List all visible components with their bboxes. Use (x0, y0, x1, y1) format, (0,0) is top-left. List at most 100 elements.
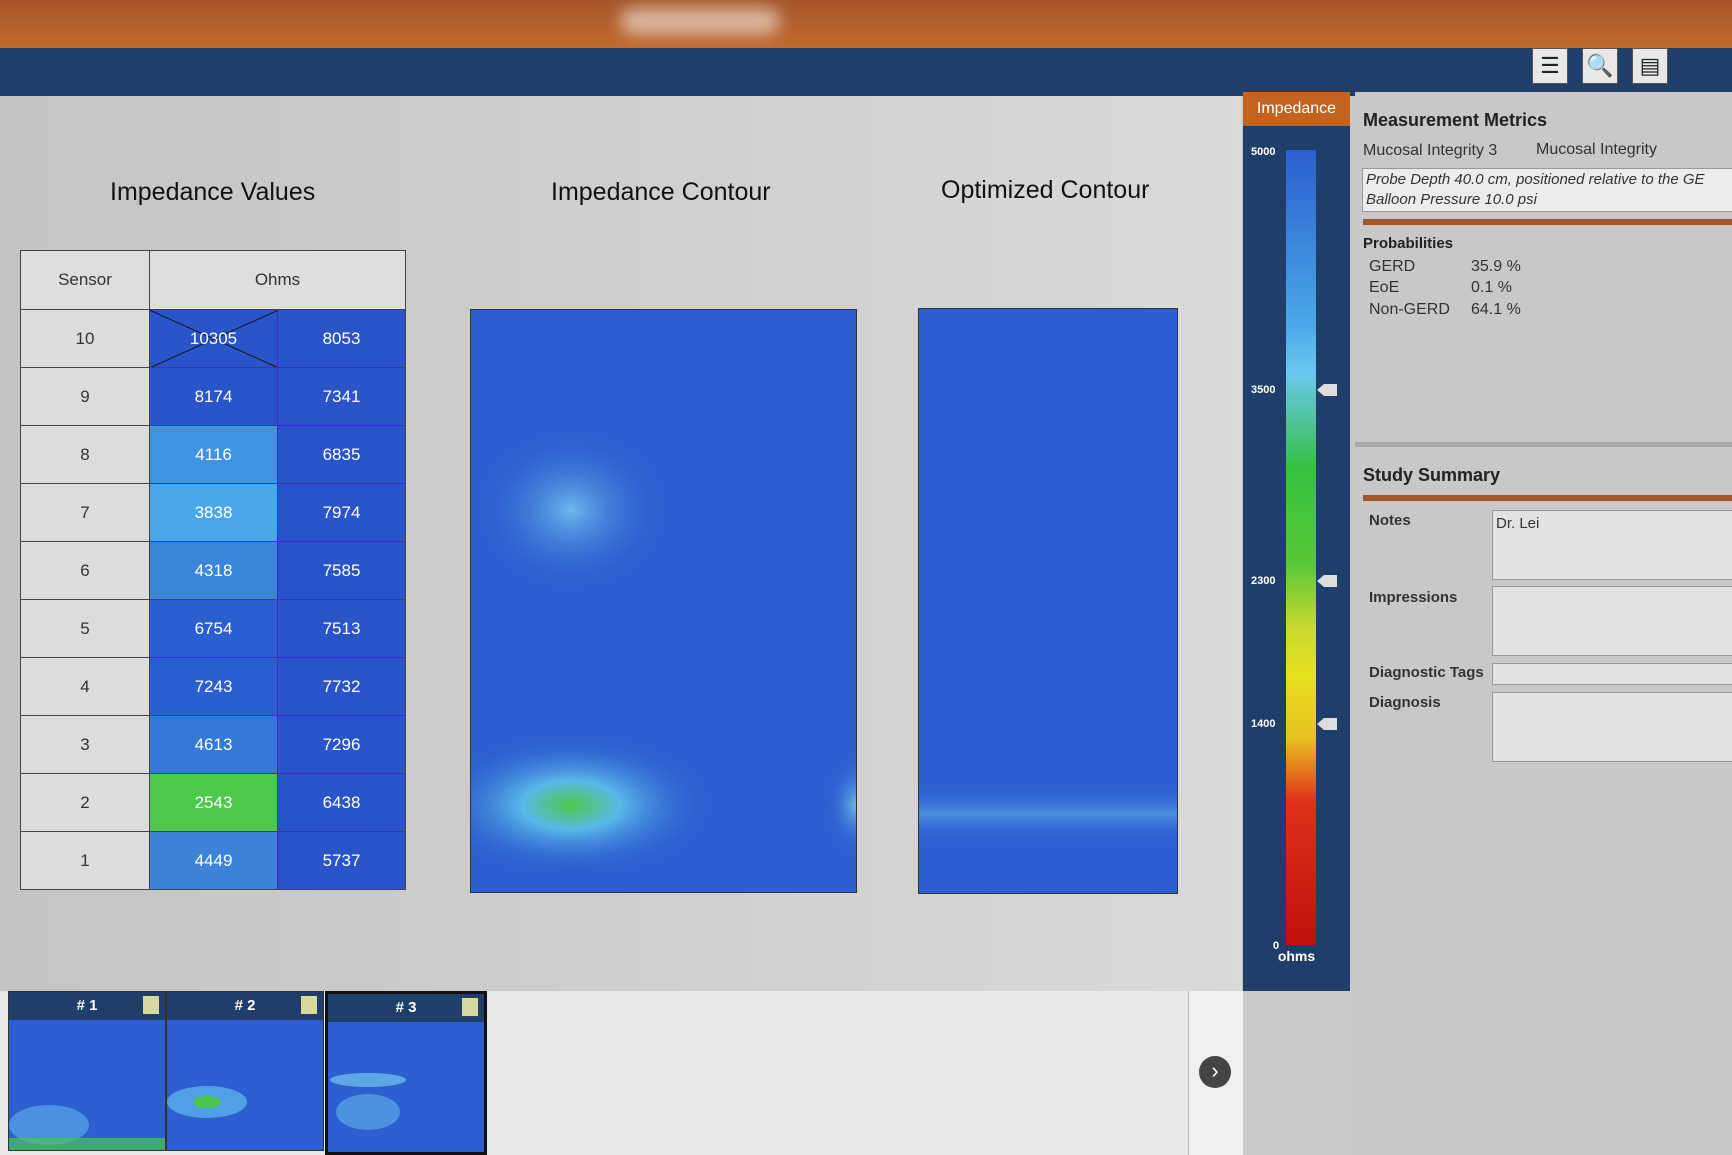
ohms-cell-a: 7243 (149, 657, 278, 716)
ohms-cell-b: 7585 (277, 541, 406, 600)
list-icon[interactable]: ☰ (1532, 48, 1568, 84)
prob-name-nongerd: Non-GERD (1369, 301, 1450, 318)
table-row: 5 6754 7513 (20, 599, 406, 658)
ohms-cell-b: 7296 (277, 715, 406, 774)
scale-tick-5000: 5000 (1251, 146, 1276, 158)
probe-info-box: Probe Depth 40.0 cm, positioned relative… (1362, 168, 1732, 212)
ohms-header: Ohms (149, 250, 406, 310)
ohms-cell-b: 6438 (277, 773, 406, 832)
table-row: 1 4449 5737 (20, 831, 406, 890)
metrics-rule (1363, 219, 1732, 225)
document-icon[interactable]: ▤ (1632, 48, 1668, 84)
ohms-cell-a: 10305 (149, 309, 278, 368)
scale-tick-3500: 3500 (1251, 384, 1276, 396)
summary-title: Study Summary (1363, 465, 1501, 485)
sensor-cell: 2 (20, 773, 150, 832)
ohms-cell-a: 6754 (149, 599, 278, 658)
threshold-marker-3500[interactable] (1317, 384, 1337, 396)
toolbar: ☰ 🔍 ▤ (0, 48, 1732, 96)
diagnosis-field[interactable] (1492, 692, 1732, 762)
diagnostic-tags-field[interactable] (1492, 663, 1732, 685)
diagnosis-label: Diagnosis (1369, 694, 1441, 711)
magnifier-icon[interactable]: 🔍 (1582, 48, 1618, 84)
threshold-marker-1400[interactable] (1317, 718, 1337, 730)
section-divider (1355, 442, 1732, 447)
scale-tick-1400: 1400 (1251, 718, 1276, 730)
table-row: 2 2543 6438 (20, 773, 406, 832)
prob-value-nongerd: 64.1 % (1471, 301, 1521, 318)
ohms-cell-b: 7732 (277, 657, 406, 716)
threshold-marker-2300[interactable] (1317, 575, 1337, 587)
notes-value: Dr. Lei (1496, 515, 1540, 532)
thumbnail-3-image (330, 1073, 406, 1130)
note-icon[interactable] (301, 996, 317, 1014)
optimized-contour-panel (918, 308, 1178, 894)
impedance-contour-heading: Impedance Contour (551, 178, 771, 206)
ohms-cell-a: 8174 (149, 367, 278, 426)
sensor-cell: 10 (20, 309, 150, 368)
table-row: 7 3838 7974 (20, 483, 406, 542)
thumbnail-1[interactable]: # 1 (8, 991, 166, 1151)
note-icon[interactable] (462, 998, 478, 1016)
sensor-cell: 8 (20, 425, 150, 484)
sensor-cell: 1 (20, 831, 150, 890)
table-row: 3 4613 7296 (20, 715, 406, 774)
ohms-cell-b: 7341 (277, 367, 406, 426)
scale-tick-2300: 2300 (1251, 575, 1276, 587)
table-row: 4 7243 7732 (20, 657, 406, 716)
impedance-scale: Impedance 5000 3500 2300 1400 0 ohms (1243, 92, 1350, 991)
right-panel: Measurement Metrics Mucosal Integrity 3 … (1355, 92, 1732, 1155)
prob-value-eoe: 0.1 % (1471, 279, 1512, 296)
sensor-cell: 7 (20, 483, 150, 542)
thumbnail-1-label: # 1 (9, 992, 165, 1020)
sensor-cell: 9 (20, 367, 150, 426)
thumbnail-3-label: # 3 (328, 994, 484, 1022)
note-icon[interactable] (143, 996, 159, 1014)
sensor-header: Sensor (20, 250, 150, 310)
prob-name-eoe: EoE (1369, 279, 1400, 296)
ohms-cell-a: 4318 (149, 541, 278, 600)
title-blur (620, 8, 780, 34)
table-row: 10 10305 8053 (20, 309, 406, 368)
title-bar (0, 0, 1732, 48)
ohms-cell-b: 7974 (277, 483, 406, 542)
impedance-values-heading: Impedance Values (110, 178, 316, 206)
table-row: 8 4116 6835 (20, 425, 406, 484)
ohms-cell-a: 4613 (149, 715, 278, 774)
thumbnail-strip: # 1 # 2 # 3 › (0, 991, 1243, 1155)
sensor-cell: 5 (20, 599, 150, 658)
balloon-pressure-text: Balloon Pressure 10.0 psi (1366, 191, 1537, 208)
notes-field[interactable]: Dr. Lei (1492, 510, 1732, 580)
thumbnail-2-label: # 2 (167, 992, 323, 1020)
impressions-label: Impressions (1369, 589, 1458, 606)
color-scale-bar (1286, 150, 1316, 945)
impedance-table: Sensor Ohms 10 10305 8053 9 8174 7341 8 4116 683… (20, 250, 406, 890)
ohms-cell-a: 4449 (149, 831, 278, 890)
metric-label-1: Mucosal Integrity 3 (1363, 142, 1498, 159)
ohms-cell-b: 5737 (277, 831, 406, 890)
notes-label: Notes (1369, 512, 1411, 529)
sensor-cell: 4 (20, 657, 150, 716)
next-button[interactable]: › (1188, 991, 1243, 1155)
thumbnail-3[interactable]: # 3 (325, 991, 487, 1155)
prob-value-gerd: 35.9 % (1471, 258, 1521, 275)
ohms-cell-b: 7513 (277, 599, 406, 658)
metric-label-2: Mucosal Integrity (1536, 141, 1657, 158)
prob-name-gerd: GERD (1369, 258, 1416, 275)
probabilities-title: Probabilities (1363, 235, 1454, 252)
ohms-cell-a: 4116 (149, 425, 278, 484)
table-row: 9 8174 7341 (20, 367, 406, 426)
impedance-contour-image (431, 430, 886, 875)
ohms-cell-b: 6835 (277, 425, 406, 484)
table-row: 6 4318 7585 (20, 541, 406, 600)
thumbnail-1-image (9, 1105, 165, 1150)
thumbnail-2[interactable]: # 2 (166, 991, 324, 1151)
summary-rule (1363, 495, 1732, 501)
chevron-right-icon: › (1199, 1056, 1231, 1088)
ohms-cell-b: 8053 (277, 309, 406, 368)
sensor-cell: 6 (20, 541, 150, 600)
impressions-field[interactable] (1492, 586, 1732, 656)
thumbnail-2-image (167, 1086, 247, 1118)
probe-depth-text: Probe Depth 40.0 cm, positioned relative… (1366, 171, 1705, 188)
ohms-cell-a: 3838 (149, 483, 278, 542)
